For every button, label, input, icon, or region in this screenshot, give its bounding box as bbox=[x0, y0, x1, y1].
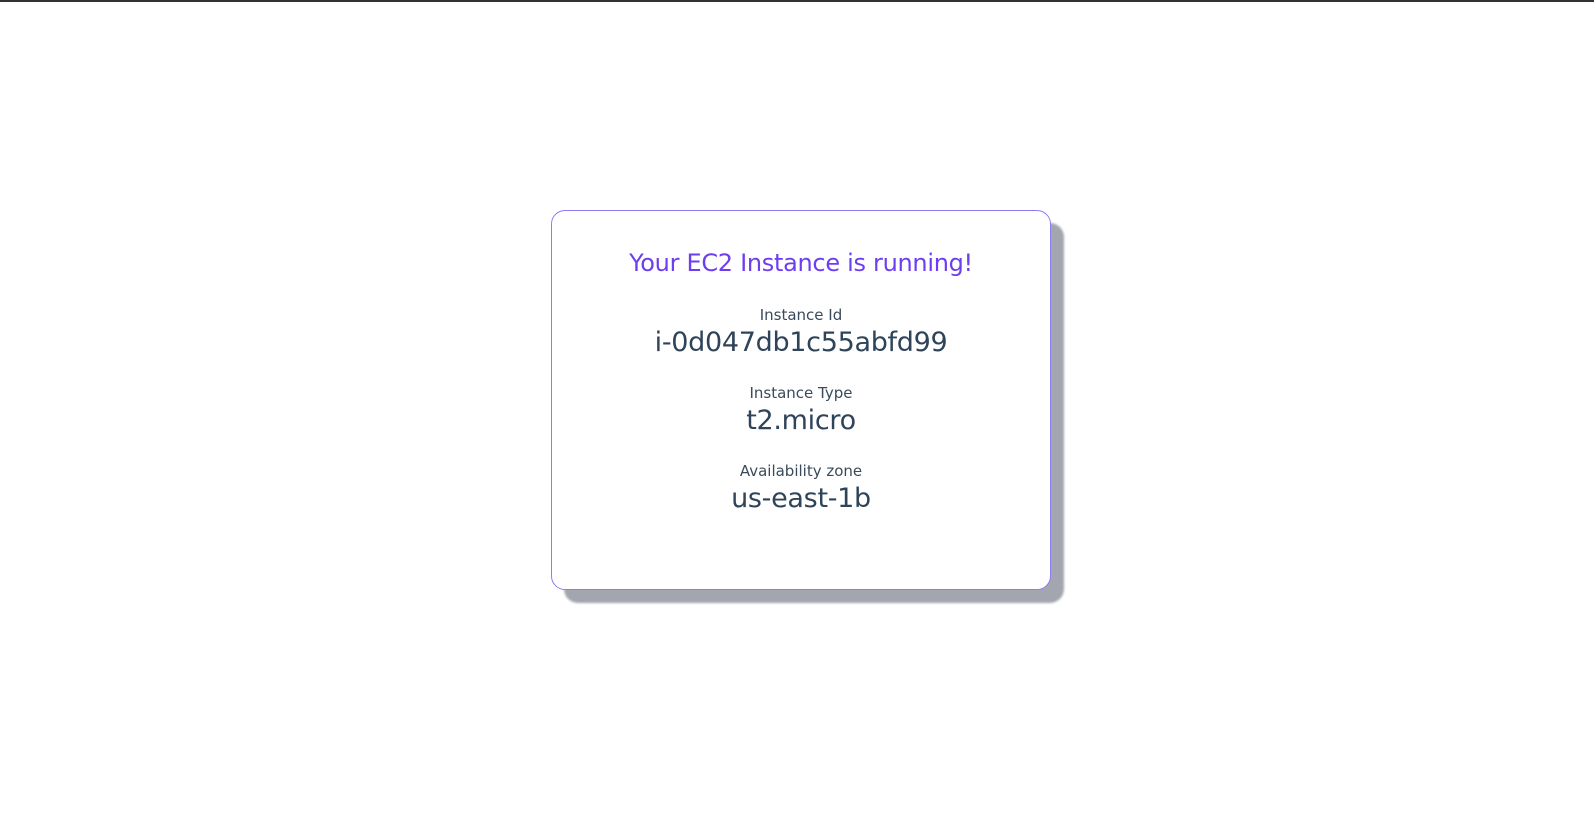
top-border bbox=[0, 0, 1594, 2]
instance-id-value: i-0d047db1c55abfd99 bbox=[654, 327, 948, 358]
availability-zone-field: Availability zone us-east-1b bbox=[552, 461, 1050, 517]
instance-id-label: Instance Id bbox=[759, 306, 843, 324]
availability-zone-value: us-east-1b bbox=[731, 483, 871, 514]
instance-info-card: Your EC2 Instance is running! Instance I… bbox=[551, 210, 1051, 590]
instance-type-label: Instance Type bbox=[749, 384, 853, 402]
instance-id-field: Instance Id i-0d047db1c55abfd99 bbox=[552, 305, 1050, 361]
instance-type-field: Instance Type t2.micro bbox=[552, 383, 1050, 439]
availability-zone-label: Availability zone bbox=[739, 462, 863, 480]
instance-type-value: t2.micro bbox=[746, 405, 856, 436]
card-title: Your EC2 Instance is running! bbox=[629, 249, 973, 277]
